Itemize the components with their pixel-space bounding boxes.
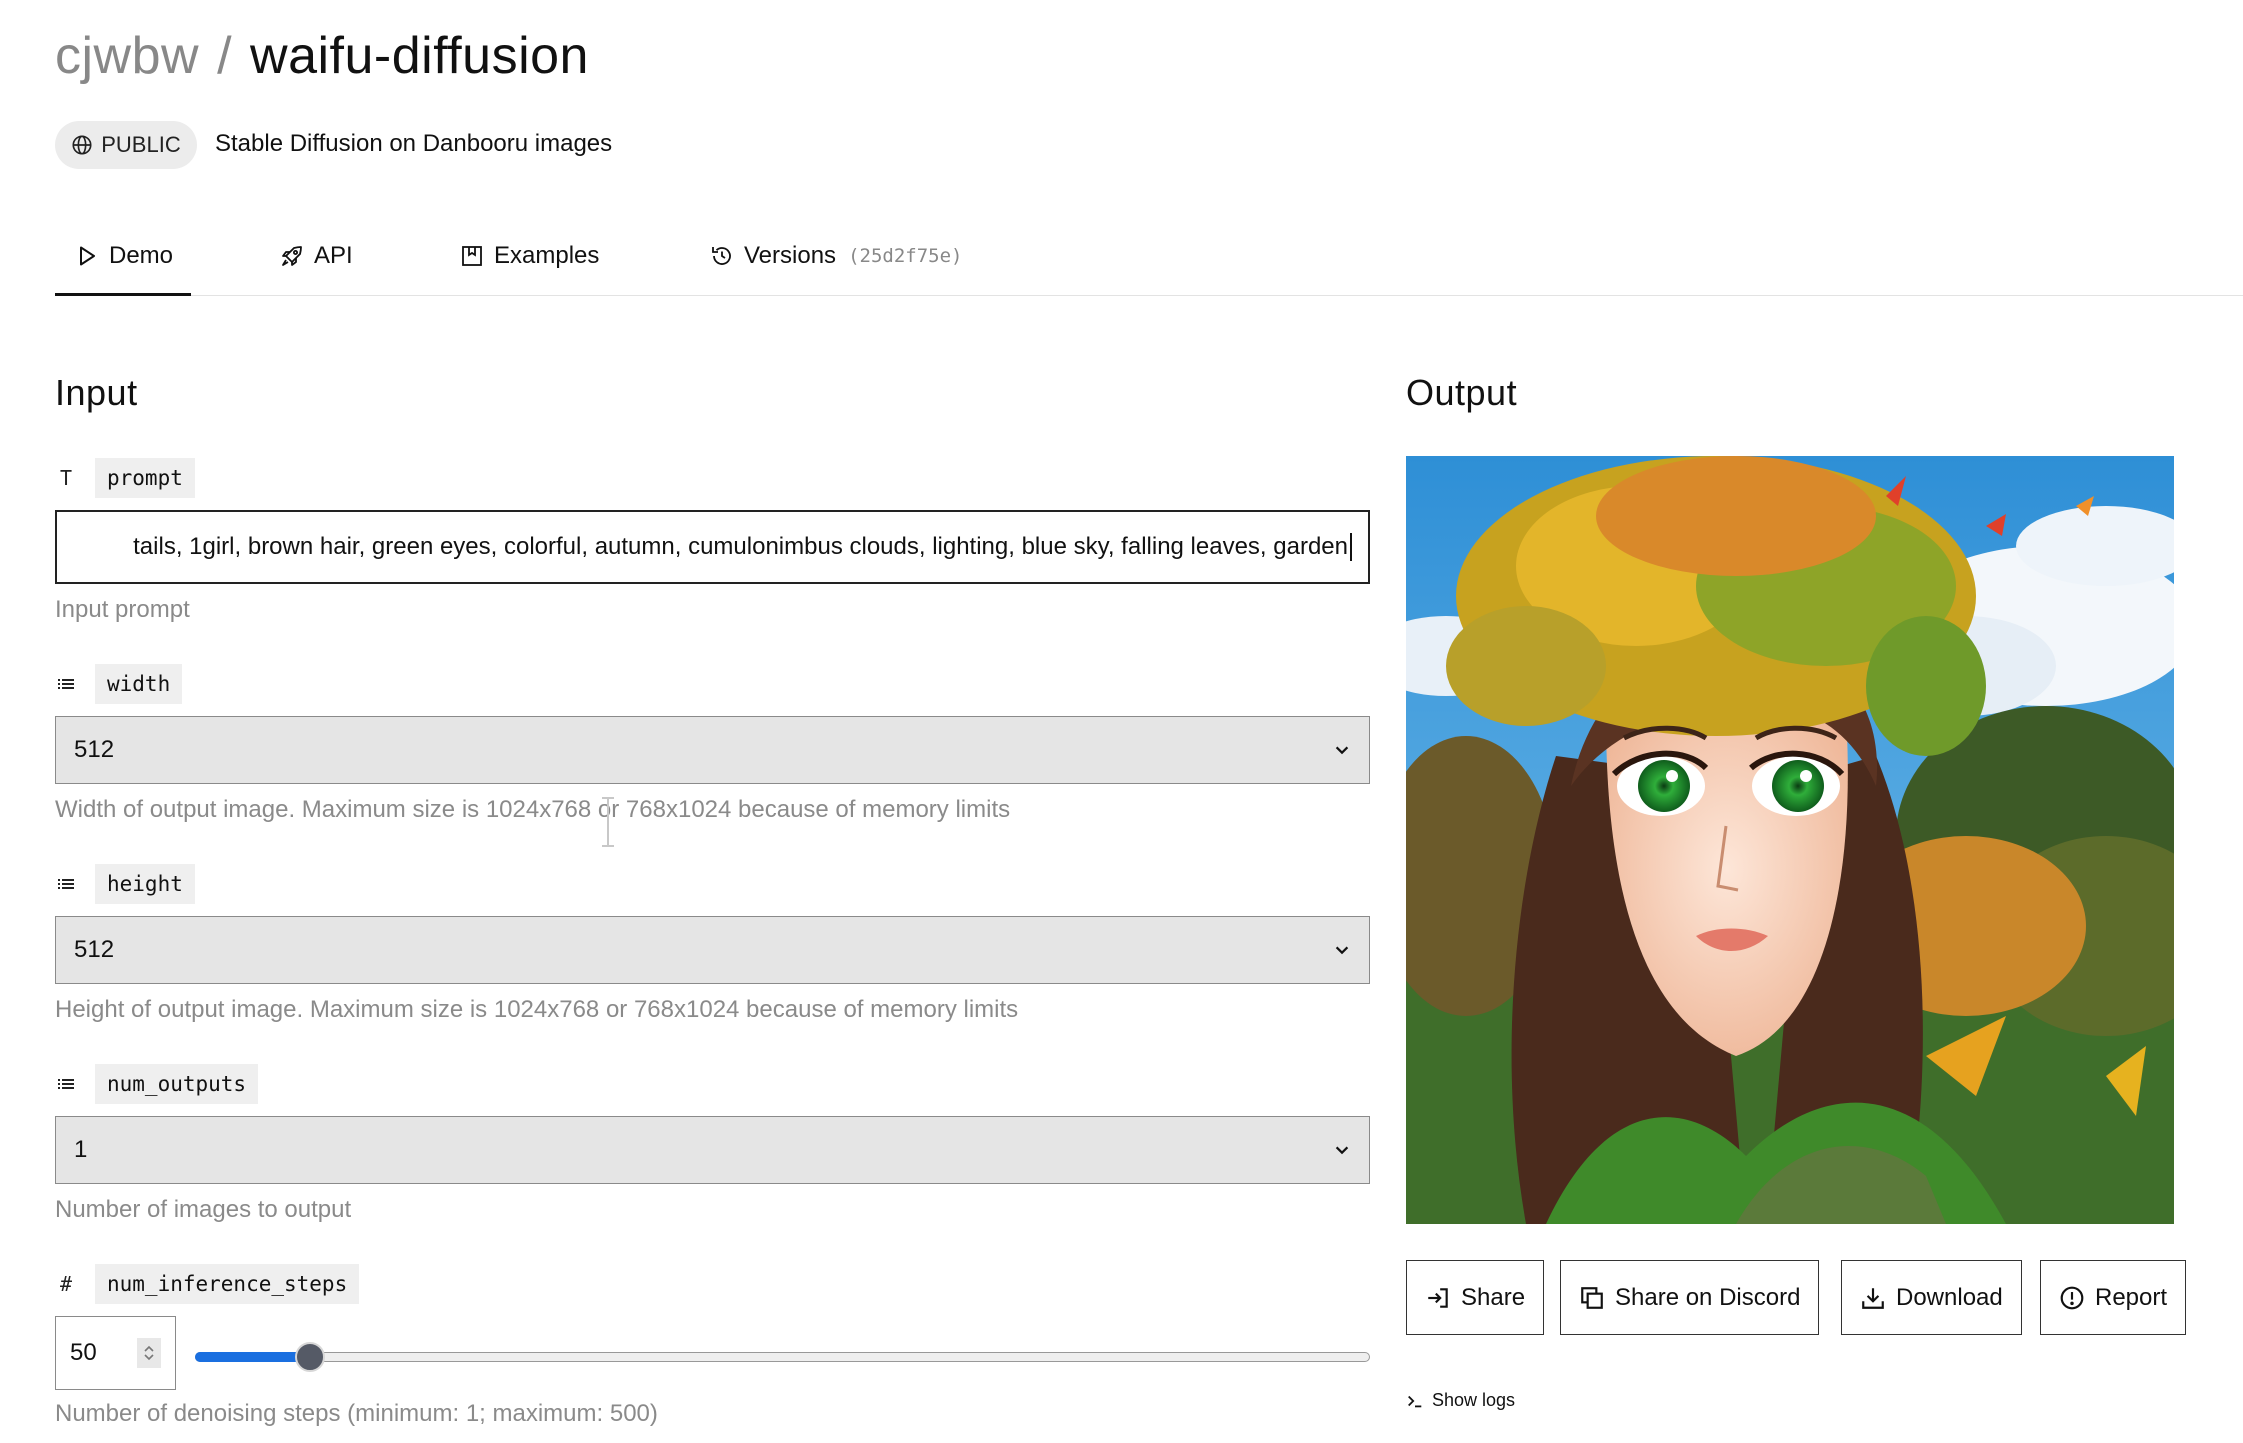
share-on-discord-button[interactable]: Share on Discord	[1560, 1260, 1820, 1335]
tab-versions-label: Versions	[744, 242, 837, 269]
list-icon	[58, 1079, 74, 1089]
bookmark-icon	[462, 246, 482, 266]
num-inference-steps-field-name: num_inference_steps	[95, 1264, 360, 1304]
width-value: 512	[74, 736, 115, 763]
model-name: waifu-diffusion	[250, 27, 589, 85]
slider-fill	[195, 1352, 310, 1362]
history-icon	[712, 247, 731, 265]
num-inference-steps-input[interactable]: 50	[55, 1316, 176, 1390]
chevron-down-icon	[1335, 746, 1349, 755]
tab-api[interactable]: API	[280, 242, 353, 270]
list-icon	[58, 879, 74, 889]
spinner-arrows-icon	[144, 1345, 154, 1361]
num-outputs-field-name: num_outputs	[95, 1064, 259, 1104]
num-inference-steps-value: 50	[70, 1339, 97, 1366]
tab-versions[interactable]: Versions (25d2f75e)	[710, 242, 962, 270]
share-label: Share	[1461, 1283, 1526, 1311]
width-select[interactable]: 512	[55, 716, 1370, 784]
height-value: 512	[74, 936, 115, 963]
height-select[interactable]: 512	[55, 916, 1370, 984]
owner-link[interactable]: cjwbw	[55, 27, 199, 85]
output-heading: Output	[1406, 372, 1518, 413]
play-icon	[80, 246, 95, 266]
output-image[interactable]	[1406, 456, 2174, 1224]
tab-demo-label: Demo	[109, 242, 174, 269]
chevron-down-icon	[1335, 946, 1349, 955]
width-field-name: width	[95, 664, 183, 704]
globe-icon	[72, 135, 92, 155]
tab-examples[interactable]: Examples	[460, 242, 599, 270]
text-cursor-icon	[602, 797, 614, 847]
prompt-field-name: prompt	[95, 458, 195, 498]
num-inference-steps-slider[interactable]	[195, 1342, 1370, 1372]
slider-track	[195, 1352, 1370, 1362]
download-label: Download	[1896, 1283, 2003, 1311]
text-caret	[1350, 533, 1352, 561]
report-label: Report	[2095, 1283, 2168, 1311]
report-button[interactable]: Report	[2040, 1260, 2187, 1335]
chevron-down-icon	[1335, 1146, 1349, 1155]
width-label: width	[55, 664, 183, 704]
number-type-icon: #	[59, 1272, 73, 1296]
tab-demo[interactable]: Demo	[54, 242, 192, 296]
num-outputs-help: Number of images to output	[55, 1196, 352, 1223]
show-logs-label: Show logs	[1432, 1390, 1516, 1410]
rocket-icon	[282, 246, 302, 266]
terminal-icon	[1408, 1395, 1422, 1407]
share-on-discord-label: Share on Discord	[1615, 1283, 1801, 1311]
num-inference-steps-help: Number of denoising steps (minimum: 1; m…	[55, 1400, 658, 1427]
copy-icon	[1581, 1286, 1603, 1309]
tab-bar: Demo API Examples Versions (25d2f75e)	[54, 230, 2243, 296]
number-spinner[interactable]	[137, 1338, 161, 1368]
show-logs-toggle[interactable]: Show logs	[1406, 1390, 1515, 1411]
version-hash: (25d2f75e)	[848, 245, 963, 267]
prompt-label: T prompt	[55, 458, 195, 498]
page-title: cjwbw / waifu-diffusion	[55, 26, 589, 86]
model-description: Stable Diffusion on Danbooru images	[215, 130, 613, 157]
width-help: Width of output image. Maximum size is 1…	[55, 796, 1011, 823]
list-icon	[58, 679, 74, 689]
num-outputs-select[interactable]: 1	[55, 1116, 1370, 1184]
prompt-input[interactable]: tails, 1girl, brown hair, green eyes, co…	[55, 510, 1370, 584]
tab-examples-label: Examples	[494, 242, 600, 269]
alert-circle-icon	[2060, 1286, 2084, 1309]
slider-thumb[interactable]	[295, 1342, 325, 1372]
visibility-label: PUBLIC	[101, 132, 181, 157]
prompt-help: Input prompt	[55, 596, 190, 623]
input-heading: Input	[55, 372, 138, 413]
num-outputs-value: 1	[74, 1136, 88, 1163]
download-button[interactable]: Download	[1841, 1260, 2022, 1335]
tab-api-label: API	[314, 242, 353, 269]
text-type-icon: T	[59, 466, 73, 490]
prompt-value: tails, 1girl, brown hair, green eyes, co…	[133, 533, 1348, 560]
height-help: Height of output image. Maximum size is …	[55, 996, 1019, 1023]
num-outputs-label: num_outputs	[55, 1064, 259, 1104]
share-button[interactable]: Share	[1406, 1260, 1545, 1335]
height-label: height	[55, 864, 195, 904]
download-icon	[1862, 1287, 1884, 1309]
share-icon	[1428, 1287, 1448, 1308]
title-separator: /	[217, 27, 233, 85]
height-field-name: height	[95, 864, 195, 904]
visibility-badge: PUBLIC	[55, 121, 197, 169]
num-inference-steps-label: # num_inference_steps	[55, 1264, 360, 1304]
